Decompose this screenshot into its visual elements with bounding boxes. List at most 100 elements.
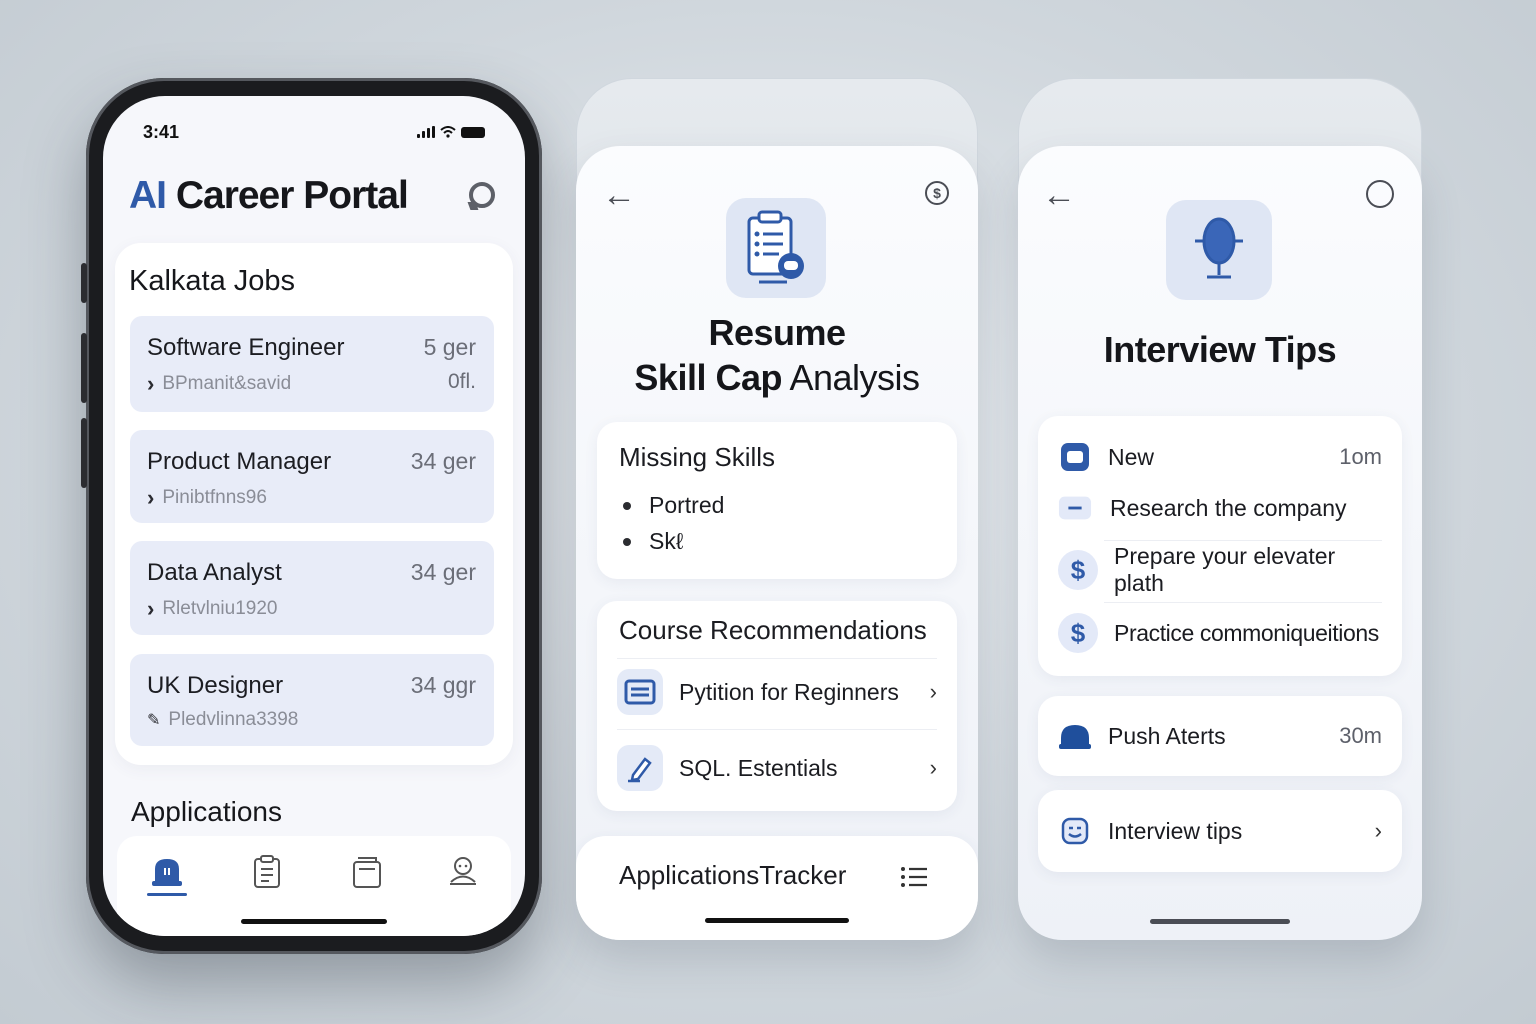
bullet-dot bbox=[623, 501, 631, 510]
phone-interview-tips: ← Interview Tips New 1om Research the co… bbox=[1018, 146, 1422, 940]
tips-row-new[interactable]: New 1om bbox=[1058, 429, 1382, 485]
home-indicator[interactable] bbox=[1150, 919, 1290, 924]
circle-icon[interactable] bbox=[1366, 180, 1394, 208]
tab-documents[interactable] bbox=[247, 850, 287, 894]
microphone-icon bbox=[1195, 217, 1243, 279]
interview-tips-label: Interview tips bbox=[1108, 817, 1243, 844]
chevron-right-icon: › bbox=[147, 485, 155, 510]
interview-hero bbox=[1166, 200, 1272, 300]
job-subtitle-text: Pledvlinna3398 bbox=[168, 709, 299, 730]
tab-folders[interactable] bbox=[347, 850, 387, 894]
jobs-title: Kalkata Jobs bbox=[129, 265, 296, 297]
home-indicator[interactable] bbox=[705, 918, 849, 923]
job-subtitle-text: Rletvlniu1920 bbox=[162, 598, 278, 619]
job-title: Product Manager bbox=[147, 448, 332, 475]
tip-row[interactable]: $ Prepare your elevater plath bbox=[1058, 542, 1382, 598]
applications-heading: Applications bbox=[131, 796, 282, 827]
push-alerts-meta: 30m bbox=[1339, 723, 1382, 748]
tip-row[interactable]: Research the company bbox=[1058, 480, 1382, 536]
tips-card: New 1om Research the company $ Prepare y… bbox=[1038, 416, 1402, 676]
job-row[interactable]: Data Analyst 34 ger › Rletvlniu1920 bbox=[130, 541, 494, 635]
active-tab-indicator bbox=[147, 893, 187, 896]
course-icon-wrap bbox=[617, 745, 663, 791]
dollar-icon: $ bbox=[1058, 613, 1098, 653]
signal-icon bbox=[417, 126, 435, 138]
tips-icon-wrap bbox=[1058, 719, 1092, 753]
list-icon[interactable] bbox=[900, 866, 928, 888]
push-alerts-label: Push Aterts bbox=[1108, 722, 1226, 749]
job-subtitle: › Pinibtfnns96 bbox=[147, 485, 267, 511]
resume-hero bbox=[726, 198, 826, 298]
job-subtitle: ✎ Pledvlinna3398 bbox=[147, 709, 298, 731]
chevron-right-icon: › bbox=[147, 596, 155, 621]
chevron-right-icon: › bbox=[147, 371, 155, 396]
side-button bbox=[81, 333, 87, 403]
interview-tips-card[interactable]: Interview tips › bbox=[1038, 790, 1402, 872]
job-subtitle-text: BPmanit&savid bbox=[162, 373, 292, 394]
missing-skills-card: Missing Skills Portred Skℓ bbox=[597, 422, 957, 579]
chat-bubble-icon bbox=[1061, 443, 1089, 471]
course-row[interactable]: SQL. Estentials › bbox=[617, 733, 937, 803]
profile-icon bbox=[450, 857, 476, 885]
tips-icon-wrap bbox=[1058, 814, 1092, 848]
job-meta: 34 ger bbox=[410, 559, 476, 585]
page-title: Resume Skill Cap Analysis bbox=[576, 310, 978, 400]
job-meta-secondary: 0fl. bbox=[447, 370, 476, 393]
helmet-icon bbox=[1059, 725, 1091, 749]
book-icon bbox=[624, 679, 656, 705]
job-subtitle-text: Pinibtfnns96 bbox=[162, 487, 267, 508]
tips-icon-wrap bbox=[1058, 491, 1092, 525]
jobs-card: Kalkata Jobs Software Engineer 5 ger › BP… bbox=[115, 243, 513, 765]
page-title-line2-bold: Skill Cap bbox=[634, 357, 782, 398]
back-arrow-icon[interactable]: ← bbox=[602, 178, 636, 212]
applications-tracker-bar[interactable]: ApplicationsTracker bbox=[576, 836, 978, 940]
side-button bbox=[81, 418, 87, 488]
folder-icon bbox=[353, 857, 381, 888]
job-subtitle: › BPmanit&savid bbox=[147, 371, 291, 397]
job-row[interactable]: Software Engineer 5 ger › BPmanit&savid 0… bbox=[130, 316, 494, 412]
dollar-circle-icon[interactable]: $ bbox=[924, 180, 950, 206]
applications-tracker-label: ApplicationsTracker bbox=[619, 860, 847, 890]
course-row[interactable]: Pytition for Reginners › bbox=[617, 657, 937, 727]
tip-label: Practice commoniqueitions bbox=[1114, 619, 1379, 646]
job-row[interactable]: UK Designer 34 ggr ✎ Pledvlinna3398 bbox=[130, 654, 494, 746]
back-arrow-icon[interactable]: ← bbox=[1042, 178, 1076, 212]
job-title: UK Designer bbox=[147, 672, 284, 699]
tab-jobs[interactable] bbox=[147, 850, 187, 894]
jobs-badge-icon bbox=[152, 859, 182, 886]
tips-new-meta: 1om bbox=[1339, 444, 1382, 469]
tips-icon-wrap bbox=[1058, 440, 1092, 474]
page-title: Interview Tips bbox=[1103, 329, 1337, 370]
document-icon bbox=[254, 855, 280, 888]
chat-icon[interactable] bbox=[469, 182, 495, 208]
missing-skills-title: Missing Skills bbox=[619, 442, 776, 472]
page-title-line2: Skill Cap Analysis bbox=[576, 355, 978, 400]
minus-icon bbox=[1058, 496, 1092, 520]
push-alerts-card[interactable]: Push Aterts 30m bbox=[1038, 696, 1402, 776]
missing-skill-item: Portred bbox=[623, 492, 724, 519]
job-title: Data Analyst bbox=[147, 559, 282, 586]
divider bbox=[617, 729, 937, 730]
job-subtitle: › Rletvlniu1920 bbox=[147, 596, 277, 622]
tab-profile[interactable] bbox=[443, 850, 483, 894]
home-indicator[interactable] bbox=[241, 919, 387, 924]
interview-tips-row: Interview tips › bbox=[1058, 803, 1382, 859]
status-time: 3:41 bbox=[143, 121, 180, 142]
side-button bbox=[81, 263, 87, 303]
course-icon-wrap bbox=[617, 669, 663, 715]
phone-career-portal: 3:41 AI Career Portal Kalkata Jobs Softw… bbox=[81, 78, 542, 954]
status-bar: 3:41 bbox=[143, 120, 485, 144]
missing-skill-label: Portred bbox=[649, 492, 725, 518]
job-row[interactable]: Product Manager 34 ger › Pinibtfnns96 bbox=[130, 430, 494, 523]
chevron-right-icon: › bbox=[929, 679, 937, 704]
battery-icon bbox=[461, 126, 485, 138]
face-chat-icon bbox=[1061, 817, 1089, 845]
phone-skill-gap: ← $ Resume Skill Cap Analysis Missing Sk… bbox=[576, 146, 978, 940]
job-title: Software Engineer bbox=[147, 334, 345, 361]
page-title-line1: Resume bbox=[708, 312, 846, 353]
missing-skill-item: Skℓ bbox=[623, 528, 683, 555]
tip-row[interactable]: $ Practice commoniqueitions bbox=[1058, 605, 1382, 661]
push-alerts-row: Push Aterts 30m bbox=[1058, 708, 1382, 764]
app-title-text: Career Portal bbox=[166, 174, 409, 217]
tip-label: Prepare your elevater plath bbox=[1114, 543, 1336, 596]
